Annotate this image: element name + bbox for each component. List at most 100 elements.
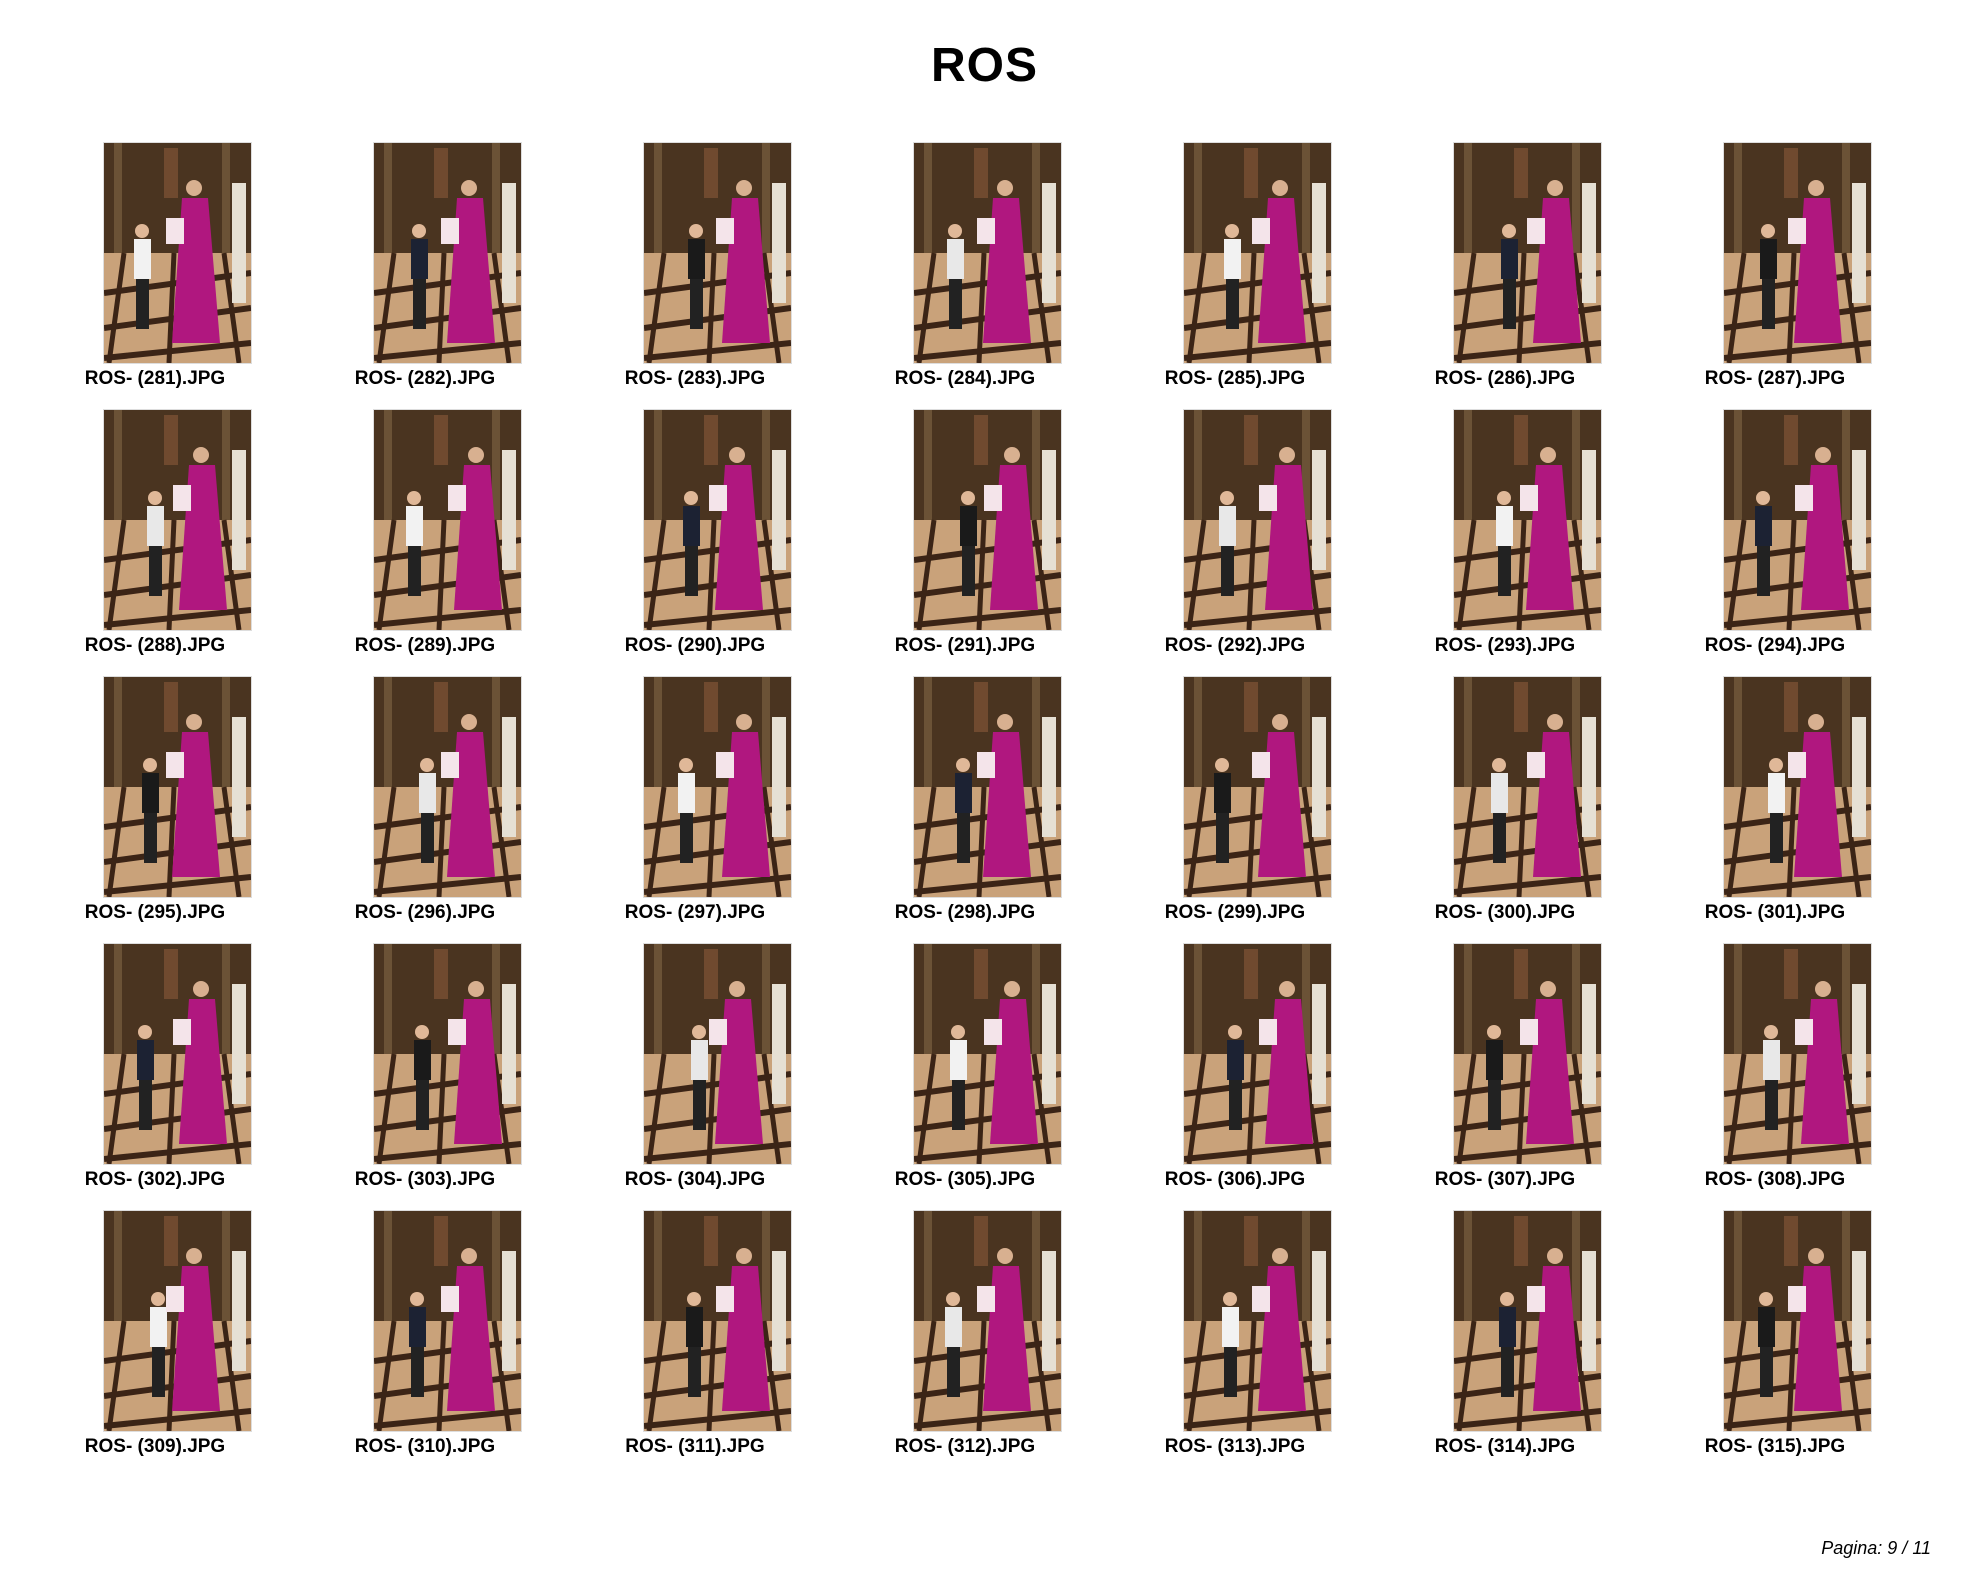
- photo-thumbnail[interactable]: [643, 676, 792, 898]
- photo-thumbnail[interactable]: [913, 943, 1062, 1165]
- photo-thumbnail[interactable]: [1453, 676, 1602, 898]
- photo-thumbnail[interactable]: [373, 142, 522, 364]
- thumbnail-item[interactable]: ROS- (294).JPG: [1640, 409, 1910, 671]
- photo-thumbnail[interactable]: [1453, 142, 1602, 364]
- thumbnail-item[interactable]: ROS- (299).JPG: [1100, 676, 1370, 938]
- photo-thumbnail[interactable]: [1723, 676, 1872, 898]
- thumbnail-item[interactable]: ROS- (301).JPG: [1640, 676, 1910, 938]
- thumbnail-filename: ROS- (313).JPG: [1164, 1436, 1306, 1457]
- thumbnail-filename: ROS- (295).JPG: [84, 902, 226, 923]
- thumbnail-filename: ROS- (302).JPG: [84, 1169, 226, 1190]
- thumbnail-filename: ROS- (292).JPG: [1164, 635, 1306, 656]
- photo-thumbnail[interactable]: [913, 142, 1062, 364]
- thumbnail-item[interactable]: ROS- (291).JPG: [830, 409, 1100, 671]
- thumbnail-item[interactable]: ROS- (303).JPG: [290, 943, 560, 1205]
- thumbnail-filename: ROS- (304).JPG: [624, 1169, 766, 1190]
- thumbnail-item[interactable]: ROS- (293).JPG: [1370, 409, 1640, 671]
- thumbnail-filename: ROS- (283).JPG: [624, 368, 766, 389]
- photo-thumbnail[interactable]: [373, 676, 522, 898]
- photo-thumbnail[interactable]: [1723, 943, 1872, 1165]
- thumbnail-filename: ROS- (282).JPG: [354, 368, 496, 389]
- thumbnail-item[interactable]: ROS- (311).JPG: [560, 1210, 830, 1472]
- photo-thumbnail[interactable]: [643, 409, 792, 631]
- thumbnail-item[interactable]: ROS- (292).JPG: [1100, 409, 1370, 671]
- thumbnail-filename: ROS- (303).JPG: [354, 1169, 496, 1190]
- page-title: ROS: [930, 39, 1038, 92]
- thumbnail-filename: ROS- (307).JPG: [1434, 1169, 1576, 1190]
- thumbnail-item[interactable]: ROS- (283).JPG: [560, 142, 830, 404]
- thumbnail-item[interactable]: ROS- (306).JPG: [1100, 943, 1370, 1205]
- thumbnail-filename: ROS- (293).JPG: [1434, 635, 1576, 656]
- thumbnail-item[interactable]: ROS- (307).JPG: [1370, 943, 1640, 1205]
- photo-thumbnail[interactable]: [373, 1210, 522, 1432]
- photo-thumbnail[interactable]: [1723, 1210, 1872, 1432]
- photo-thumbnail[interactable]: [373, 943, 522, 1165]
- photo-thumbnail[interactable]: [1183, 409, 1332, 631]
- thumbnail-filename: ROS- (308).JPG: [1704, 1169, 1846, 1190]
- thumbnail-item[interactable]: ROS- (310).JPG: [290, 1210, 560, 1472]
- photo-thumbnail[interactable]: [643, 1210, 792, 1432]
- photo-thumbnail[interactable]: [913, 409, 1062, 631]
- thumbnail-item[interactable]: ROS- (288).JPG: [20, 409, 290, 671]
- thumbnail-item[interactable]: ROS- (281).JPG: [20, 142, 290, 404]
- photo-thumbnail[interactable]: [643, 943, 792, 1165]
- photo-thumbnail[interactable]: [1183, 943, 1332, 1165]
- photo-thumbnail[interactable]: [1723, 142, 1872, 364]
- thumbnail-item[interactable]: ROS- (287).JPG: [1640, 142, 1910, 404]
- photo-thumbnail[interactable]: [103, 676, 252, 898]
- thumbnail-filename: ROS- (287).JPG: [1704, 368, 1846, 389]
- thumbnail-item[interactable]: ROS- (300).JPG: [1370, 676, 1640, 938]
- photo-thumbnail[interactable]: [1453, 409, 1602, 631]
- thumbnail-item[interactable]: ROS- (297).JPG: [560, 676, 830, 938]
- thumbnail-item[interactable]: ROS- (305).JPG: [830, 943, 1100, 1205]
- photo-thumbnail[interactable]: [103, 943, 252, 1165]
- thumbnail-item[interactable]: ROS- (308).JPG: [1640, 943, 1910, 1205]
- thumbnail-filename: ROS- (301).JPG: [1704, 902, 1846, 923]
- thumbnail-item[interactable]: ROS- (313).JPG: [1100, 1210, 1370, 1472]
- thumbnail-filename: ROS- (312).JPG: [894, 1436, 1036, 1457]
- photo-thumbnail[interactable]: [1183, 142, 1332, 364]
- thumbnail-item[interactable]: ROS- (290).JPG: [560, 409, 830, 671]
- photo-thumbnail[interactable]: [1453, 1210, 1602, 1432]
- photo-thumbnail[interactable]: [643, 142, 792, 364]
- photo-thumbnail[interactable]: [913, 1210, 1062, 1432]
- thumbnail-item[interactable]: ROS- (309).JPG: [20, 1210, 290, 1472]
- thumbnail-item[interactable]: ROS- (295).JPG: [20, 676, 290, 938]
- thumbnail-filename: ROS- (290).JPG: [624, 635, 766, 656]
- thumbnail-filename: ROS- (284).JPG: [894, 368, 1036, 389]
- thumbnail-filename: ROS- (294).JPG: [1704, 635, 1846, 656]
- photo-thumbnail[interactable]: [1183, 1210, 1332, 1432]
- thumbnail-item[interactable]: ROS- (315).JPG: [1640, 1210, 1910, 1472]
- photo-thumbnail[interactable]: [1183, 676, 1332, 898]
- photo-thumbnail[interactable]: [1453, 943, 1602, 1165]
- thumbnail-filename: ROS- (286).JPG: [1434, 368, 1576, 389]
- thumbnail-filename: ROS- (306).JPG: [1164, 1169, 1306, 1190]
- photo-thumbnail[interactable]: [913, 676, 1062, 898]
- thumbnail-filename: ROS- (289).JPG: [354, 635, 496, 656]
- thumbnail-filename: ROS- (298).JPG: [894, 902, 1036, 923]
- thumbnail-item[interactable]: ROS- (296).JPG: [290, 676, 560, 938]
- thumbnail-item[interactable]: ROS- (285).JPG: [1100, 142, 1370, 404]
- thumbnail-item[interactable]: ROS- (282).JPG: [290, 142, 560, 404]
- thumbnail-item[interactable]: ROS- (286).JPG: [1370, 142, 1640, 404]
- thumbnail-filename: ROS- (299).JPG: [1164, 902, 1306, 923]
- thumbnail-filename: ROS- (288).JPG: [84, 635, 226, 656]
- photo-thumbnail[interactable]: [103, 1210, 252, 1432]
- thumbnail-filename: ROS- (300).JPG: [1434, 902, 1576, 923]
- photo-thumbnail[interactable]: [373, 409, 522, 631]
- thumbnail-filename: ROS- (291).JPG: [894, 635, 1036, 656]
- thumbnail-item[interactable]: ROS- (298).JPG: [830, 676, 1100, 938]
- page-number: Pagina: 9 / 11: [1821, 1538, 1931, 1558]
- photo-thumbnail[interactable]: [1723, 409, 1872, 631]
- photo-thumbnail[interactable]: [103, 142, 252, 364]
- thumbnail-item[interactable]: ROS- (302).JPG: [20, 943, 290, 1205]
- thumbnail-filename: ROS- (281).JPG: [84, 368, 226, 389]
- thumbnail-filename: ROS- (285).JPG: [1164, 368, 1306, 389]
- thumbnail-item[interactable]: ROS- (289).JPG: [290, 409, 560, 671]
- thumbnail-item[interactable]: ROS- (284).JPG: [830, 142, 1100, 404]
- thumbnail-filename: ROS- (310).JPG: [354, 1436, 496, 1457]
- thumbnail-item[interactable]: ROS- (312).JPG: [830, 1210, 1100, 1472]
- thumbnail-item[interactable]: ROS- (304).JPG: [560, 943, 830, 1205]
- photo-thumbnail[interactable]: [103, 409, 252, 631]
- thumbnail-item[interactable]: ROS- (314).JPG: [1370, 1210, 1640, 1472]
